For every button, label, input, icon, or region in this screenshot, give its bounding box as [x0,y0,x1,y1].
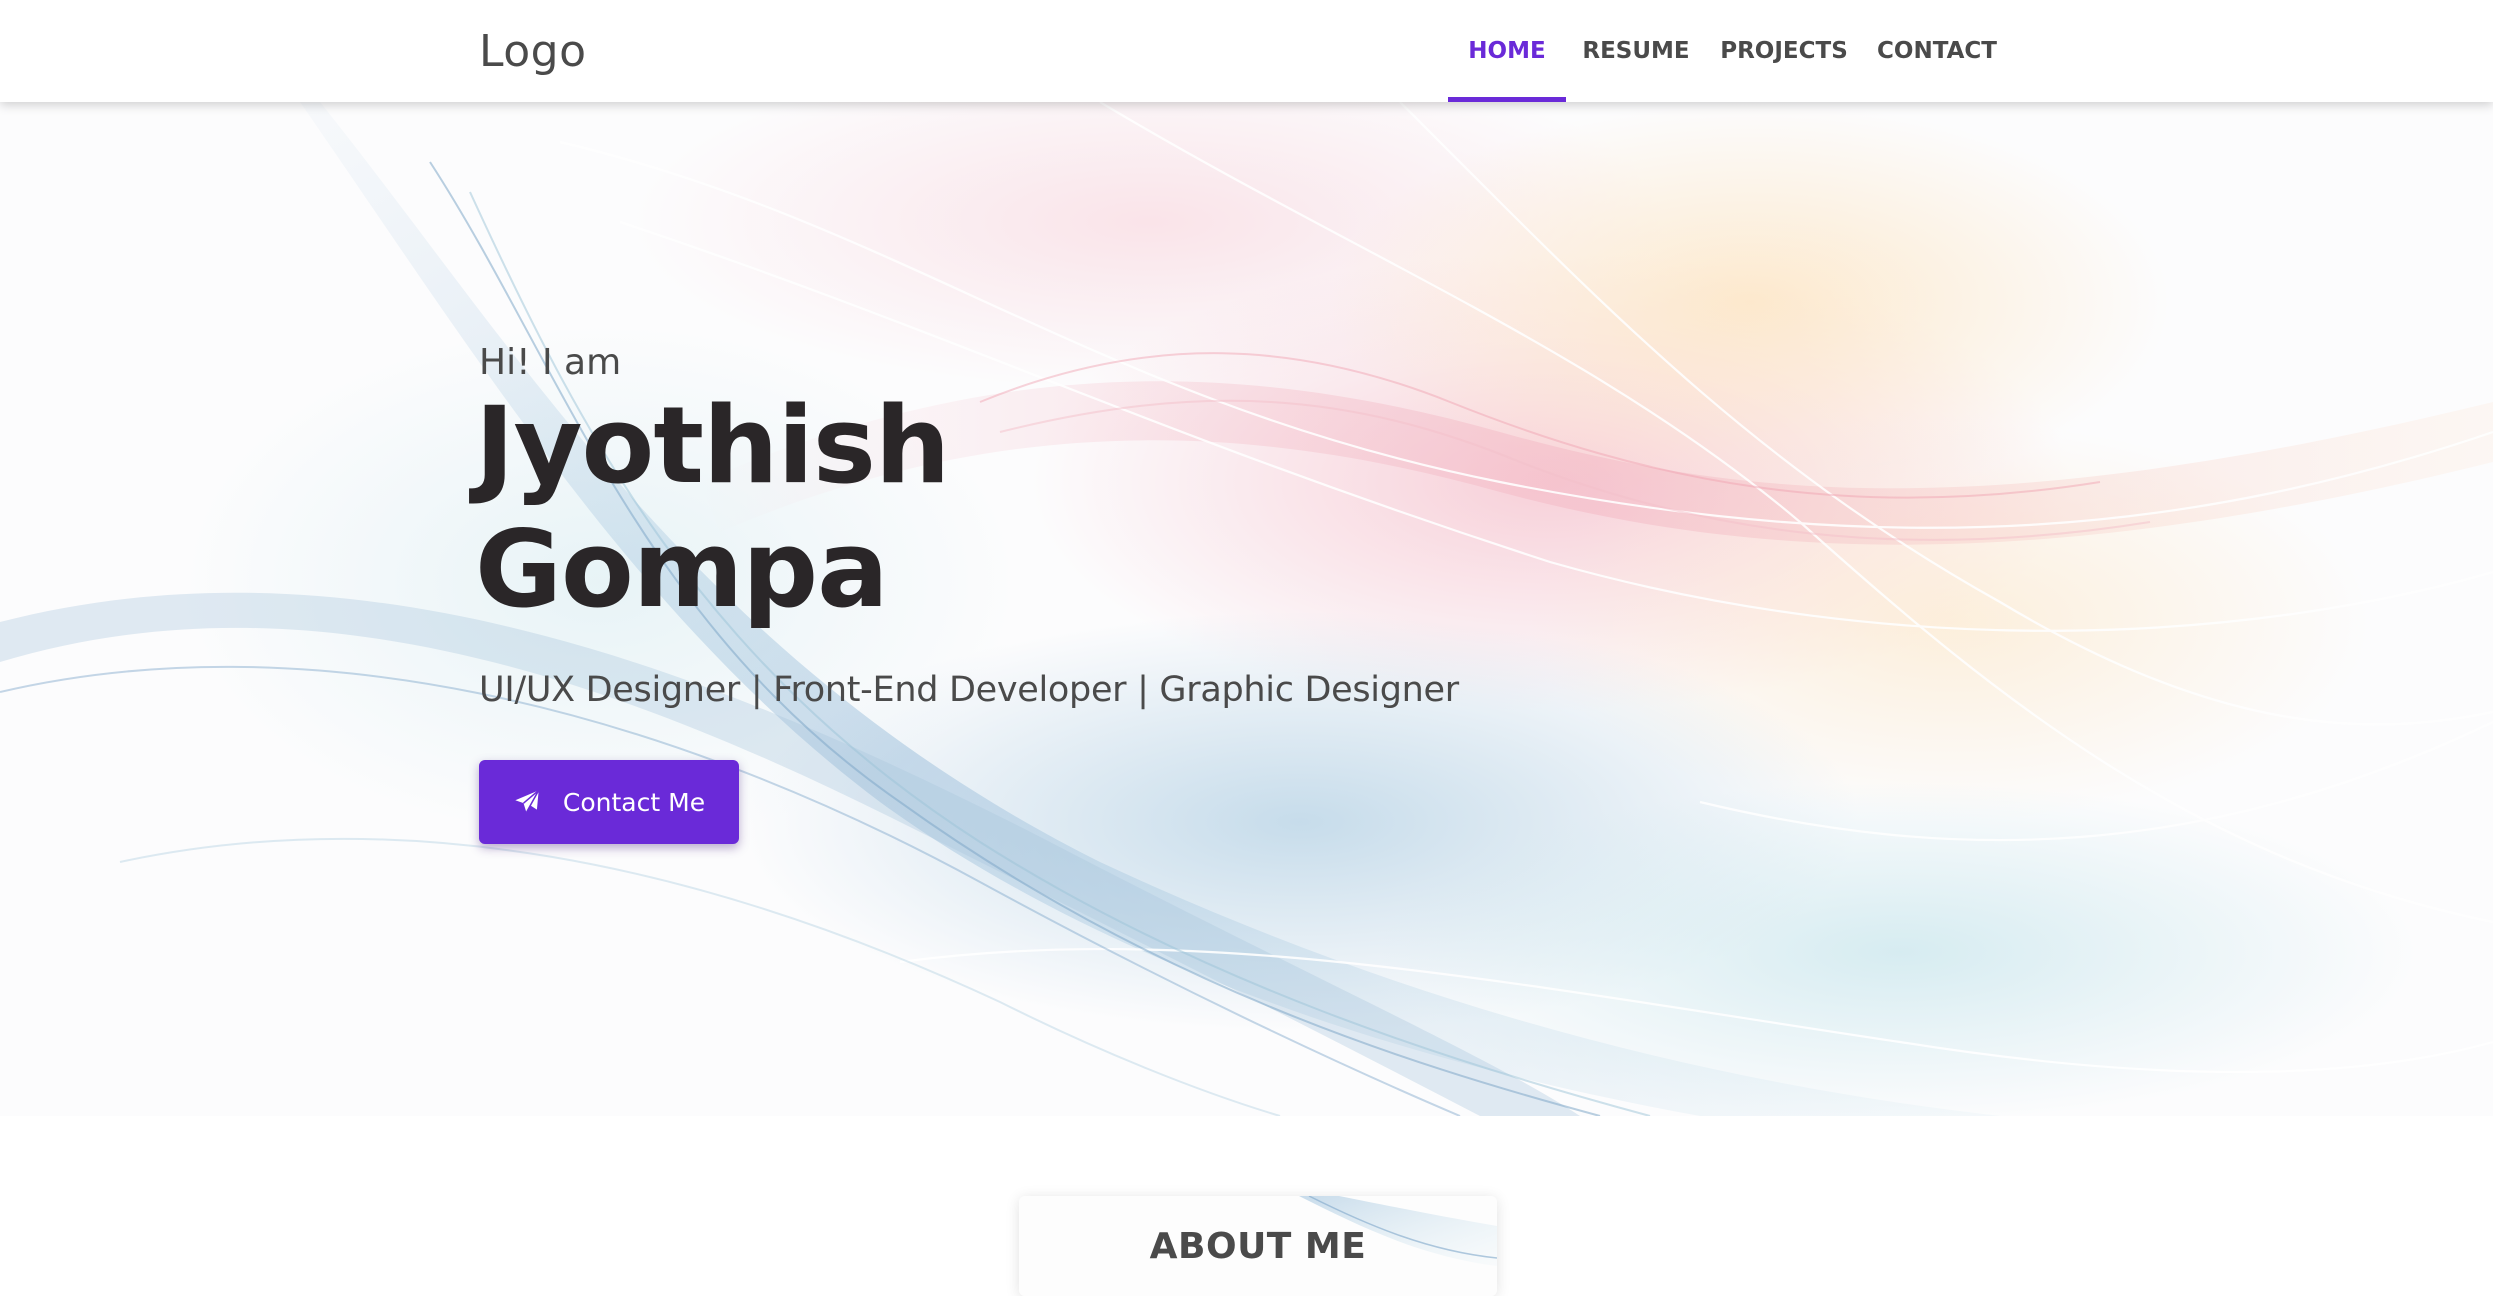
about-me-heading: ABOUT ME [1149,1226,1367,1267]
contact-me-label: Contact Me [562,787,706,817]
hero-section: Hi! I am Jyothish Gompa UI/UX Designer |… [0,102,2493,1116]
nav-resume[interactable]: RESUME [1574,0,1698,102]
site-logo[interactable]: Logo [479,26,587,77]
hero-name: Jyothish Gompa [475,384,950,632]
wave-background [0,102,2493,1116]
nav-projects[interactable]: PROJECTS [1718,0,1850,102]
hero-tagline: UI/UX Designer | Front-End Developer | G… [479,670,1459,710]
nav-home[interactable]: HOME [1448,0,1566,102]
hero-name-first: Jyothish [475,384,950,507]
hero-greeting: Hi! I am [479,342,622,383]
hero-name-last: Gompa [475,508,889,631]
contact-me-button[interactable]: Contact Me [479,760,739,844]
about-section-card: ABOUT ME [1019,1196,1497,1296]
nav-contact[interactable]: CONTACT [1874,0,2000,102]
paper-plane-icon [515,789,540,813]
top-navbar: Logo HOME RESUME PROJECTS CONTACT [0,0,2493,102]
